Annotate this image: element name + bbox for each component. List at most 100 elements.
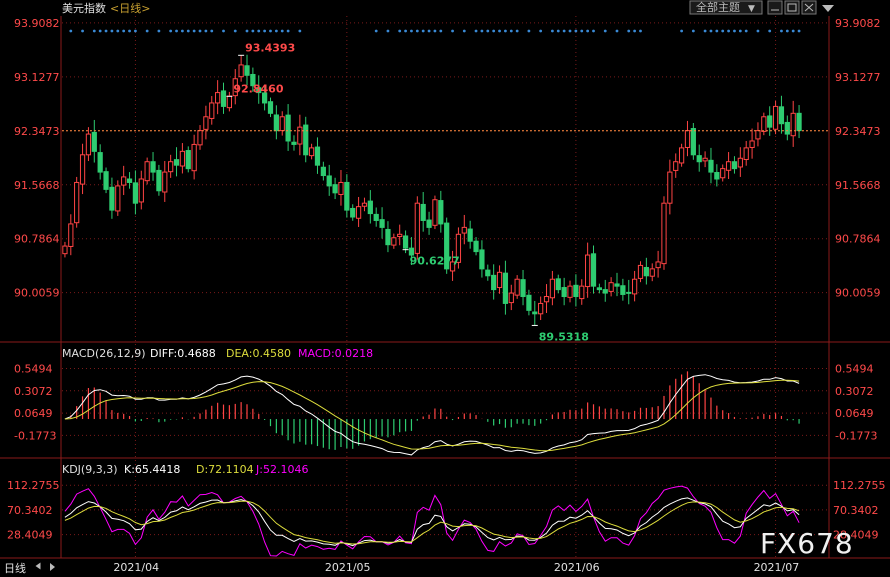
macd-dea-line (64, 379, 800, 452)
candle-body (467, 228, 473, 242)
kdj-d-value: D:72.1104 (196, 463, 254, 476)
minimize-icon[interactable] (767, 0, 783, 15)
scroll-right-icon[interactable] (50, 563, 55, 571)
candle-body (103, 171, 109, 190)
signal-dot (251, 29, 255, 33)
signal-dot (615, 29, 619, 33)
candle-body (209, 102, 215, 119)
signal-dot (410, 29, 413, 33)
candle-body (397, 233, 403, 238)
candle-body (379, 219, 385, 228)
candle-body (608, 282, 614, 292)
macd-axis-label-left: -0.1773 (14, 429, 56, 442)
signal-dot (298, 29, 302, 33)
candle-body (678, 147, 685, 164)
signal-dot (421, 29, 425, 33)
signal-dot (709, 29, 713, 33)
macd-axis-label-right: -0.1773 (835, 429, 877, 442)
candle-body (138, 178, 144, 203)
candle-body (496, 271, 503, 289)
extreme-price-label: 93.4393 (245, 41, 295, 54)
candle-body (555, 278, 561, 291)
macd-axis-label-left: 0.3072 (14, 385, 53, 398)
signal-dot (715, 29, 719, 33)
candle-body (532, 311, 538, 315)
candle-body (549, 278, 556, 299)
candle-body (461, 226, 467, 234)
price-axis-label-left: 93.9082 (14, 17, 60, 30)
candle-body (91, 131, 97, 152)
candle-body (790, 112, 796, 137)
candle-body (68, 223, 74, 247)
signal-dot (69, 29, 73, 33)
candle-body (508, 292, 514, 304)
kdj-axis-label-right: 70.3402 (833, 504, 879, 517)
signal-dot (198, 29, 202, 33)
candle-body (602, 289, 608, 294)
signal-dot (462, 29, 466, 33)
signal-dot (204, 29, 208, 33)
candle-body (585, 254, 591, 288)
macd-layer (64, 371, 800, 456)
signal-dot (480, 29, 484, 33)
candle-body (132, 182, 139, 204)
candle-body (344, 181, 350, 211)
candle-body (637, 264, 644, 279)
signal-dots (69, 29, 801, 33)
candle-body (162, 171, 168, 193)
signal-dot (245, 29, 249, 33)
candle-body (596, 287, 602, 291)
signal-dot (134, 29, 137, 33)
price-axis-label-right: 93.1277 (835, 71, 881, 84)
signal-dot (116, 29, 120, 33)
signal-dot (439, 29, 443, 33)
scroll-left-icon[interactable] (35, 562, 41, 570)
macd-axis-label-left: 0.0649 (14, 407, 53, 420)
price-axis-label-right: 93.9082 (835, 17, 881, 30)
price-axis-label-left: 90.7864 (14, 233, 60, 246)
candle-body (297, 126, 303, 145)
signal-dot (427, 29, 431, 33)
signal-dot (81, 29, 84, 33)
candle-body (643, 266, 649, 277)
extreme-price-label: 92.8460 (233, 82, 283, 95)
price-axis-label-left: 90.0059 (14, 287, 60, 300)
candle-body (590, 253, 597, 287)
candle-body (538, 302, 544, 315)
price-axis-label-left: 91.5668 (14, 179, 60, 192)
close-icon[interactable] (801, 0, 817, 15)
footer-period-tab[interactable]: 日线 (4, 561, 26, 575)
signal-dot (603, 29, 607, 33)
candle-body (226, 95, 232, 109)
candle-body (320, 166, 326, 177)
axis-labels-layer: 93.9082 93.9082 93.1277 93.1277 92.3473 92.34… (7, 17, 886, 574)
candle-body (696, 155, 702, 163)
candle-body (303, 124, 309, 156)
candle-body (772, 105, 779, 130)
watermark: FX678 (760, 527, 854, 560)
signal-dot (415, 29, 419, 33)
period-selector[interactable]: <日线> (110, 1, 150, 15)
candle-body (215, 92, 221, 104)
signal-dot (504, 29, 507, 33)
candle-body (731, 161, 738, 170)
candle-body (355, 206, 362, 219)
candle-body (414, 202, 420, 254)
kdj-layer (64, 485, 800, 557)
price-axis-label-right: 90.0059 (835, 287, 881, 300)
candle-body (314, 146, 321, 166)
price-axis-label-left: 93.1277 (14, 71, 60, 84)
candle-body (655, 261, 661, 269)
restore-icon[interactable] (784, 0, 800, 15)
candle-body (725, 161, 732, 171)
candle-body (74, 181, 80, 224)
candle-body (62, 245, 68, 255)
candle-body (579, 285, 585, 300)
signal-dot (768, 29, 772, 33)
signal-dot (562, 29, 566, 33)
signal-dot (98, 29, 102, 33)
signal-dot (122, 29, 126, 33)
candle-body (667, 171, 673, 204)
x-axis-month-label: 2021/05 (325, 561, 371, 574)
candle-body (690, 128, 696, 156)
